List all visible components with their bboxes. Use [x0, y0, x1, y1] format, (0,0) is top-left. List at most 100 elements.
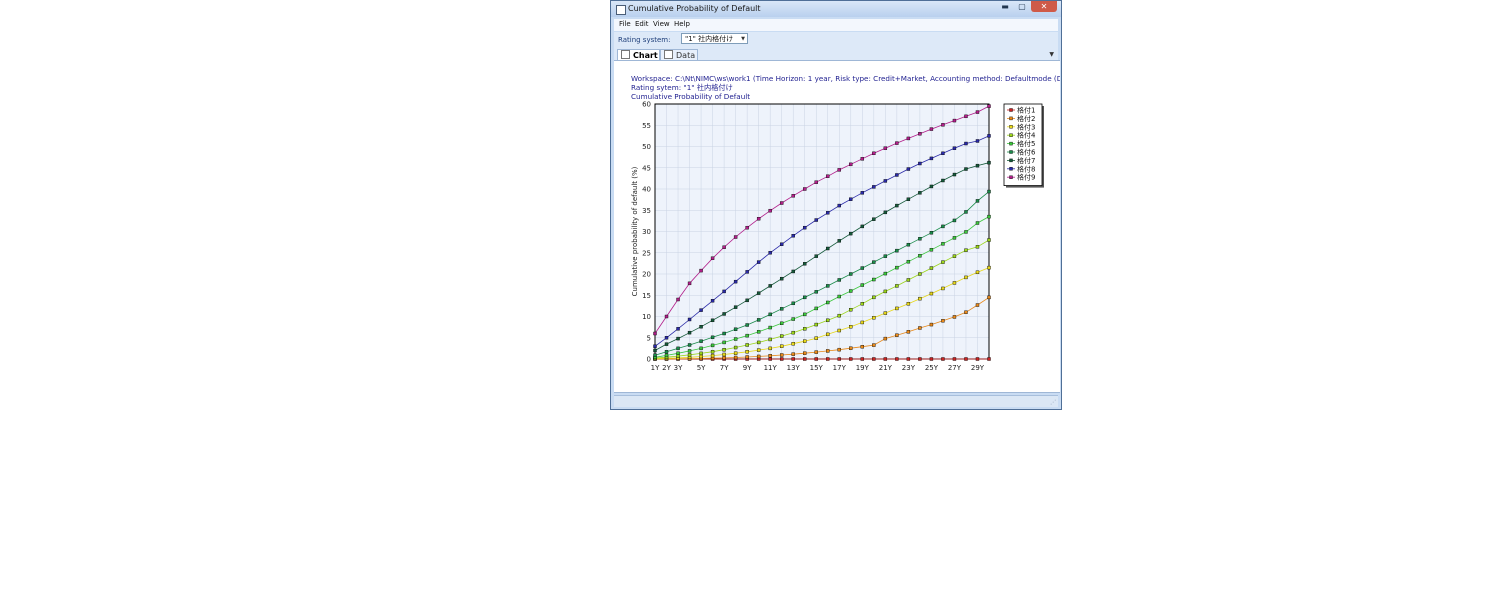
- data-point: [779, 353, 784, 357]
- data-point: [975, 199, 980, 203]
- data-point: [768, 346, 772, 351]
- data-point: [952, 281, 957, 285]
- data-point: [826, 174, 830, 178]
- data-point: [952, 315, 957, 319]
- data-point: [779, 307, 784, 311]
- data-point: [779, 321, 784, 326]
- data-point: [987, 189, 991, 194]
- data-point: [814, 180, 818, 184]
- data-point: [733, 279, 738, 284]
- data-point: [814, 350, 818, 354]
- data-point: [722, 356, 726, 360]
- data-point: [952, 218, 957, 223]
- data-point: [745, 333, 749, 338]
- data-point: [664, 314, 669, 319]
- data-point: [872, 151, 876, 155]
- menu-edit[interactable]: Edit: [635, 20, 649, 28]
- pd-line-chart: 0 5 10 15 20 25 30 35 40 45 50 55 60 1Y 2Y 3Y 5Y 7Y 9Y 11Y 1…: [631, 101, 1044, 371]
- resize-grip-icon[interactable]: ⋰: [1050, 399, 1056, 406]
- tab-chart[interactable]: Chart: [617, 49, 660, 60]
- y-tick-label: 55: [642, 122, 651, 130]
- legend-marker: [1009, 133, 1013, 137]
- data-point: [733, 345, 738, 350]
- x-tick-label: 2Y: [662, 364, 671, 371]
- data-point: [676, 346, 680, 351]
- data-point: [849, 231, 853, 236]
- data-point: [803, 312, 807, 317]
- data-point: [791, 234, 795, 238]
- data-point: [895, 141, 899, 145]
- data-point: [803, 351, 807, 355]
- menu-file[interactable]: File: [619, 20, 631, 28]
- data-point: [756, 217, 761, 221]
- data-point: [987, 160, 991, 165]
- data-point: [929, 184, 934, 189]
- data-point: [872, 316, 876, 320]
- data-point: [906, 167, 911, 171]
- data-point: [975, 303, 980, 307]
- data-point: [918, 237, 922, 241]
- data-point: [756, 354, 761, 359]
- data-point: [768, 208, 772, 213]
- data-point: [710, 343, 715, 348]
- data-point: [756, 330, 761, 334]
- data-point: [722, 352, 726, 357]
- data-point: [803, 262, 807, 266]
- title-bar[interactable]: Cumulative Probability of Default ▬ ▢ ✕: [611, 1, 1061, 17]
- data-point: [941, 178, 945, 183]
- data-point: [779, 344, 784, 348]
- minimize-button[interactable]: ▬: [997, 1, 1013, 12]
- data-point: [768, 251, 772, 255]
- y-tick-label: 25: [642, 249, 651, 257]
- data-point: [791, 330, 795, 335]
- data-point: [699, 308, 703, 312]
- y-tick-label: 35: [642, 207, 651, 215]
- main-window: Cumulative Probability of Default ▬ ▢ ✕ …: [610, 0, 1062, 410]
- menu-help[interactable]: Help: [674, 20, 690, 28]
- legend-entry: 格付5: [1017, 139, 1035, 148]
- data-point: [849, 324, 853, 329]
- data-point: [872, 260, 876, 264]
- x-tick-label: 27Y: [948, 364, 962, 371]
- data-point: [664, 336, 669, 340]
- maximize-button[interactable]: ▢: [1014, 1, 1030, 12]
- data-point: [814, 306, 818, 311]
- data-point: [987, 357, 991, 361]
- x-tick-label: 7Y: [720, 364, 729, 371]
- y-tick-label: 10: [642, 313, 651, 321]
- y-tick-label: 5: [647, 334, 651, 342]
- legend-entry: 格付3: [1017, 122, 1035, 131]
- data-point: [918, 254, 922, 258]
- data-point: [837, 294, 841, 299]
- data-point: [929, 266, 934, 270]
- data-point: [849, 346, 853, 350]
- data-point: [941, 224, 945, 229]
- data-point: [826, 357, 830, 361]
- data-point: [941, 242, 945, 246]
- data-point: [987, 214, 991, 219]
- data-point: [745, 350, 749, 354]
- data-point: [837, 239, 841, 243]
- rating-system-select[interactable]: "1" 社内格付け ▼: [681, 33, 748, 44]
- toolbar: Rating system: "1" 社内格付け ▼: [614, 32, 1058, 48]
- legend-marker: [1009, 175, 1013, 179]
- data-point: [941, 286, 945, 291]
- data-point: [699, 339, 703, 343]
- data-point: [653, 348, 657, 353]
- data-point: [941, 123, 945, 127]
- data-point: [837, 203, 841, 208]
- data-point: [883, 254, 888, 258]
- data-point: [964, 210, 968, 214]
- menu-view[interactable]: View: [653, 20, 670, 28]
- data-point: [964, 275, 968, 280]
- data-point: [849, 357, 853, 361]
- close-button[interactable]: ✕: [1031, 1, 1057, 12]
- tab-menu-icon[interactable]: ▼: [1049, 51, 1054, 58]
- data-point: [664, 342, 669, 346]
- tab-data[interactable]: Data: [660, 49, 698, 60]
- chart-title: Cumulative Probability of Default: [631, 92, 751, 101]
- data-point: [745, 298, 749, 303]
- data-point: [687, 349, 692, 353]
- y-tick-label: 30: [642, 228, 651, 236]
- data-point: [906, 136, 911, 141]
